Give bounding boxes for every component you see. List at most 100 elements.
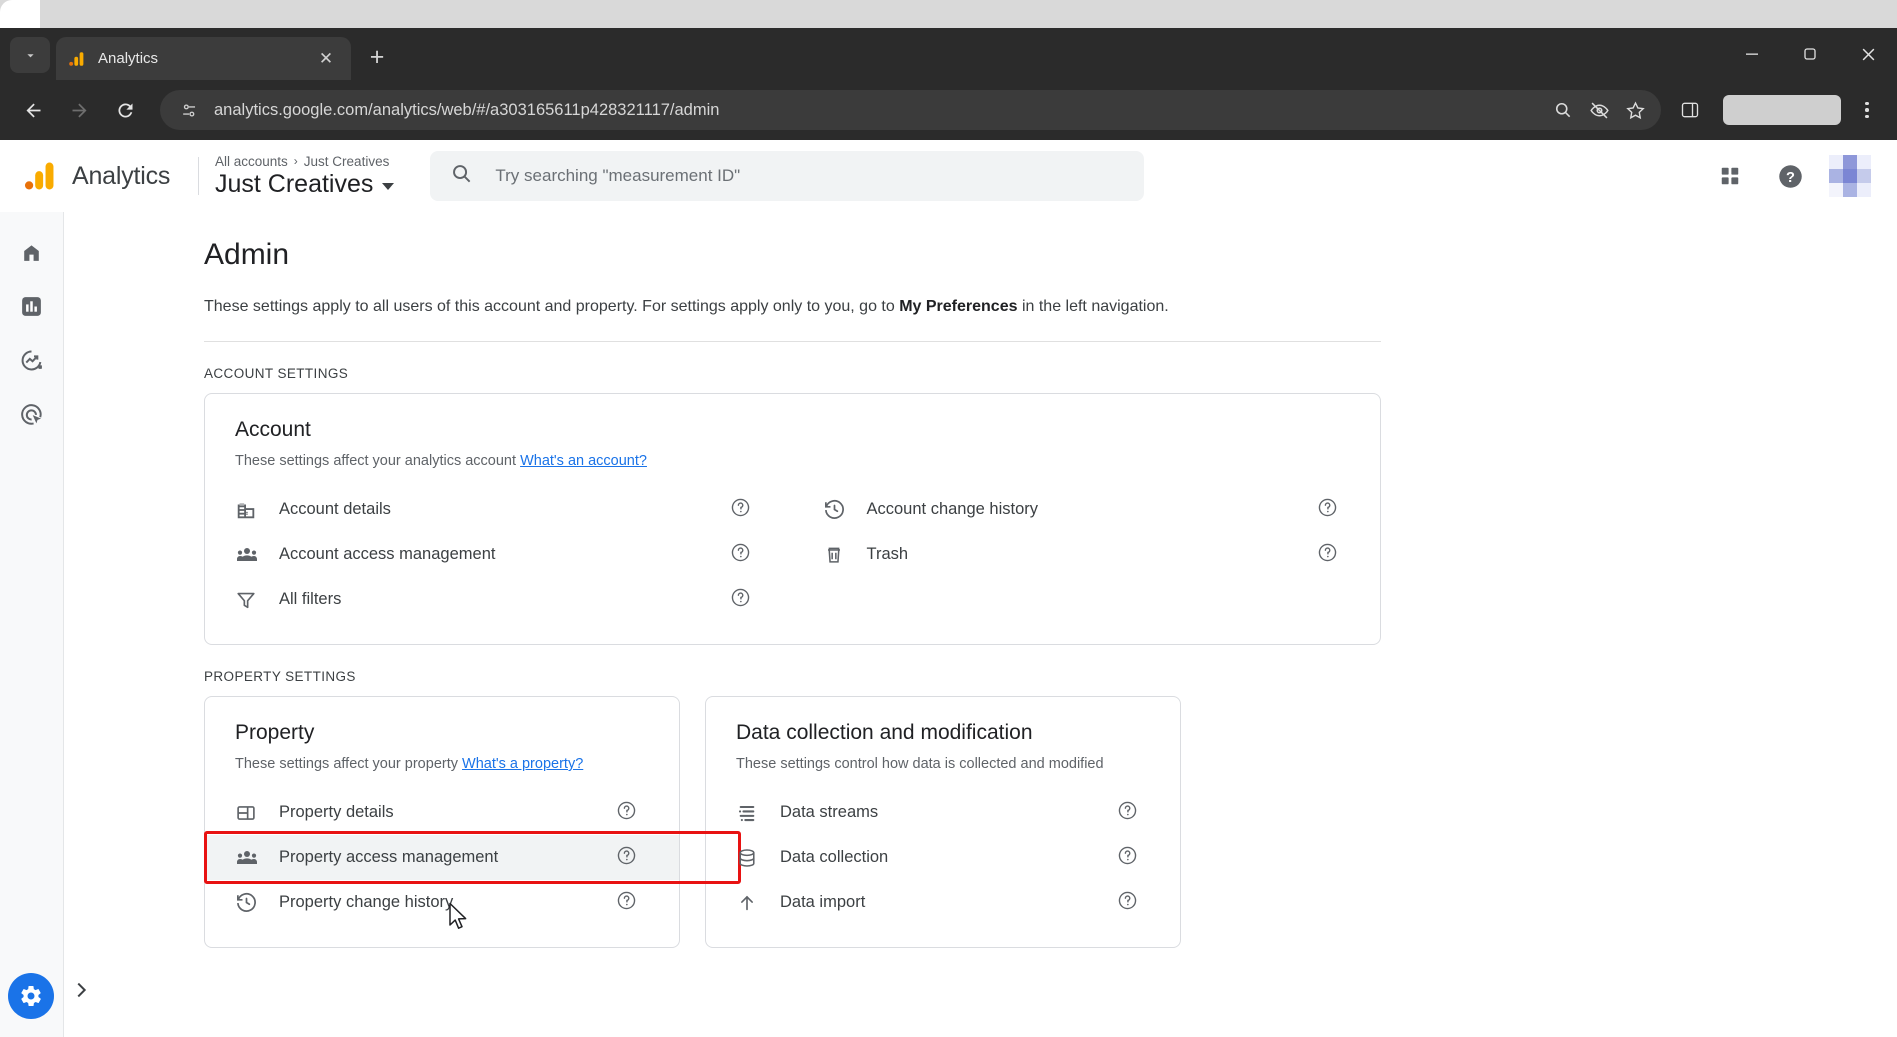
help-circle-icon[interactable] [730,542,751,568]
help-circle-icon[interactable] [616,845,637,871]
data-card-title: Data collection and modification [736,721,1033,744]
page-description: These settings apply to all users of thi… [204,298,1897,316]
row-property-access-management[interactable]: Property access management [204,831,741,884]
row-account-access-management[interactable]: Account access management [205,532,793,577]
new-tab-button[interactable]: + [359,39,395,75]
row-property-details[interactable]: Property details [205,790,679,835]
breadcrumb-root[interactable]: All accounts [215,154,288,169]
property-card-title: Property [235,721,315,744]
account-card-subtitle: These settings affect your analytics acc… [205,453,1380,469]
help-circle-icon[interactable] [616,800,637,826]
account-card-right-column: Account change history Trash [793,487,1381,622]
row-label: Data collection [780,848,889,866]
close-icon[interactable]: ✕ [313,46,339,72]
search-input[interactable] [495,166,1125,186]
analytics-brand[interactable]: Analytics [18,159,194,193]
people-group-icon [235,846,261,870]
global-search[interactable] [430,151,1145,201]
reload-icon[interactable] [104,89,146,131]
sidebar-item-reports[interactable] [8,282,56,330]
property-card: Property These settings affect your prop… [204,696,741,948]
analytics-wordmark: Analytics [72,161,171,190]
help-circle-icon[interactable] [1117,845,1138,871]
close-icon[interactable] [1839,28,1897,80]
row-all-filters[interactable]: All filters [205,577,793,622]
window-controls [1723,28,1897,80]
help-circle-icon[interactable] [1317,542,1338,568]
analytics-header: Analytics All accounts › Just Creatives … [0,140,1897,212]
filter-funnel-icon [235,589,261,611]
account-settings-label: ACCOUNT SETTINGS [204,366,349,381]
bookmark-star-icon[interactable] [1617,92,1653,128]
row-label: Property change history [279,893,454,911]
building-icon [235,499,261,521]
sidebar-item-advertising[interactable] [8,390,56,438]
tab-search-button[interactable] [10,37,50,73]
data-streams-icon [736,802,762,824]
account-card-subtitle-text: These settings affect your analytics acc… [235,453,521,469]
row-account-change-history[interactable]: Account change history [793,487,1381,532]
gear-icon[interactable] [8,973,54,1019]
data-collection-card: Data collection and modification These s… [705,696,1181,948]
window-corner [0,0,40,28]
help-circle-icon[interactable] [1317,497,1338,523]
property-name-label: Just Creatives [215,169,374,198]
analytics-app: Analytics All accounts › Just Creatives … [0,140,1897,1037]
breadcrumb: All accounts › Just Creatives [215,154,394,169]
trash-icon [823,544,849,566]
row-property-change-history[interactable]: Property change history [205,880,679,925]
help-circle-icon[interactable]: ? [1769,155,1811,197]
three-dot-menu-icon[interactable] [1849,90,1885,130]
address-bar[interactable]: analytics.google.com/analytics/web/#/a30… [160,90,1661,130]
help-circle-icon[interactable] [1117,890,1138,916]
zoom-search-icon[interactable] [1545,92,1581,128]
header-actions: ? [1709,155,1879,197]
minimize-icon[interactable] [1723,28,1781,80]
toolbar-right-cluster [1669,89,1885,131]
sidebar-item-home[interactable] [8,228,56,276]
my-preferences-link[interactable]: My Preferences [899,298,1017,315]
help-circle-icon[interactable] [730,497,751,523]
row-trash[interactable]: Trash [793,532,1381,577]
people-group-icon [235,543,261,567]
property-card-rows: Property details Property access managem… [204,790,741,925]
help-circle-icon[interactable] [616,890,637,916]
property-switcher[interactable]: Just Creatives [215,169,395,199]
account-selector[interactable]: All accounts › Just Creatives Just Creat… [215,154,395,199]
maximize-icon[interactable] [1781,28,1839,80]
row-account-details[interactable]: Account details [205,487,793,532]
row-label: Property details [279,803,394,821]
help-circle-icon[interactable] [730,587,751,613]
help-circle-icon[interactable] [1117,800,1138,826]
site-settings-icon[interactable] [174,95,204,125]
data-card-subtitle: These settings control how data is colle… [736,756,1104,772]
account-card-title: Account [235,418,311,441]
row-data-import[interactable]: Data import [706,880,1180,925]
breadcrumb-current[interactable]: Just Creatives [304,154,390,169]
hidden-eye-icon[interactable] [1581,92,1617,128]
account-card: Account These settings affect your analy… [204,393,1381,645]
apps-grid-icon[interactable] [1709,155,1751,197]
database-icon [736,847,762,869]
account-card-left-column: Account details Account access managemen… [205,487,793,622]
row-data-streams[interactable]: Data streams [706,790,1180,835]
divider [204,341,1381,342]
admin-fab-wrap [8,973,54,1019]
left-nav-rail [0,212,87,1037]
side-panel-icon[interactable] [1669,89,1711,131]
expand-nav-button[interactable] [66,975,96,1005]
profile-pill[interactable] [1723,95,1841,125]
page-title: Admin [204,238,290,271]
row-data-collection[interactable]: Data collection [706,835,1180,880]
whats-an-account-link[interactable]: What's an account? [520,453,647,469]
browser-tab[interactable]: Analytics ✕ [56,37,351,80]
row-label: Account access management [279,545,496,563]
avatar[interactable] [1829,155,1871,197]
sidebar-item-explore[interactable] [8,336,56,384]
whats-a-property-link[interactable]: What's a property? [462,756,583,772]
page-description-post: in the left navigation. [1017,298,1169,315]
browser-window: Analytics ✕ + analytics.google.com/analy… [0,0,1897,1037]
browser-toolbar: analytics.google.com/analytics/web/#/a30… [0,80,1897,140]
forward-arrow-icon[interactable] [58,89,100,131]
back-arrow-icon[interactable] [12,89,54,131]
